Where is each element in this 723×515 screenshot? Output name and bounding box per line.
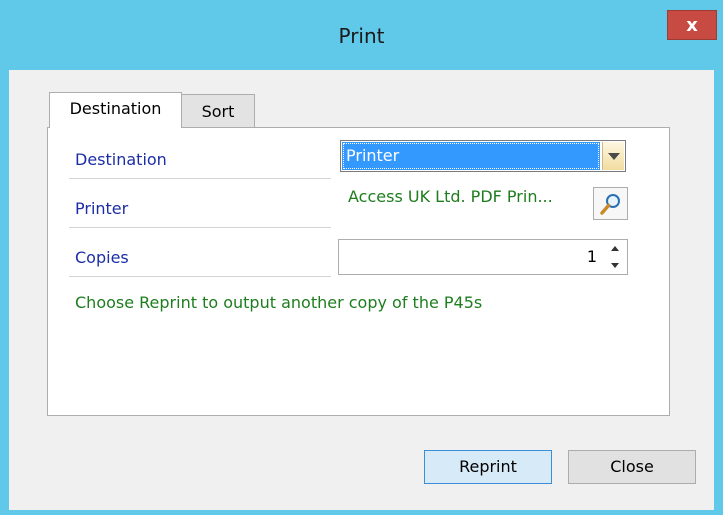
title-bar[interactable]: Print x	[0, 0, 723, 70]
destination-label: Destination	[75, 150, 167, 169]
chevron-down-icon[interactable]	[602, 142, 624, 170]
copies-value: 1	[586, 247, 597, 266]
printer-label: Printer	[75, 199, 129, 218]
destination-panel: Destination Printer Printer Access UK Lt…	[47, 127, 670, 416]
divider	[69, 178, 331, 179]
magnifier-icon	[600, 194, 620, 215]
arrow-up-icon[interactable]	[604, 241, 626, 257]
printer-lookup-button[interactable]	[593, 187, 628, 220]
divider	[69, 276, 331, 277]
arrow-down-icon[interactable]	[604, 257, 626, 273]
copies-stepper[interactable]: 1	[338, 239, 628, 275]
close-button[interactable]: Close	[568, 450, 696, 484]
reprint-hint: Choose Reprint to output another copy of…	[75, 293, 483, 312]
printer-value: Access UK Ltd. PDF Prin...	[348, 187, 553, 206]
close-window-button[interactable]: x	[667, 10, 717, 40]
tab-destination[interactable]: Destination	[49, 92, 182, 128]
print-dialog: Print x Destination Sort Destination Pri…	[0, 0, 723, 515]
copies-label: Copies	[75, 248, 129, 267]
divider	[69, 227, 331, 228]
tab-sort[interactable]: Sort	[181, 94, 255, 128]
dialog-body: Destination Sort Destination Printer Pri…	[9, 70, 714, 510]
window-title: Print	[338, 24, 385, 48]
destination-dropdown[interactable]: Printer	[340, 140, 626, 172]
destination-value: Printer	[342, 142, 600, 170]
reprint-button[interactable]: Reprint	[424, 450, 552, 484]
stepper-buttons	[604, 241, 626, 273]
